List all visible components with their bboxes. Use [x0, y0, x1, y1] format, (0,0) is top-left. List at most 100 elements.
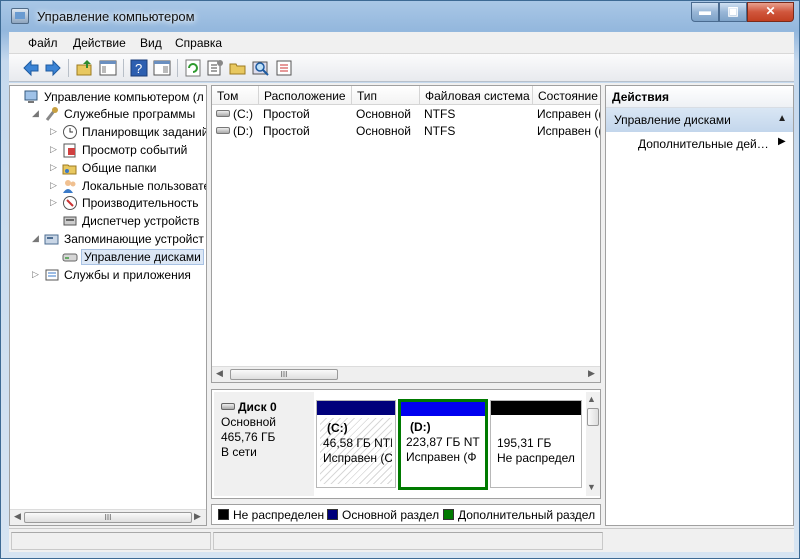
actions-section-disk-management[interactable]: Управление дисками ▲	[606, 108, 793, 132]
menu-help[interactable]: Справка	[175, 36, 222, 50]
partition-c[interactable]: (C:) 46,58 ГБ NTF Исправен (С	[316, 400, 396, 488]
tree-item-label: Локальные пользовате	[82, 179, 206, 193]
tree-item-local-users[interactable]: ▷ Локальные пользовате	[10, 177, 206, 195]
status-bar	[9, 528, 794, 552]
expand-arrow-icon[interactable]: ▷	[50, 197, 57, 208]
tree-item-storage[interactable]: ◢ Запоминающие устройст	[10, 230, 206, 248]
close-button[interactable]: ✕	[747, 2, 794, 22]
column-header-location[interactable]: Расположение	[259, 86, 352, 105]
legend-swatch	[327, 509, 338, 520]
computer-management-icon	[24, 89, 40, 105]
tree-item-device-manager[interactable]: Диспетчер устройств	[10, 212, 206, 230]
tree-item-label: Управление компьютером (л	[44, 90, 204, 104]
console-tree[interactable]: Управление компьютером (л ◢ Служебные пр…	[9, 85, 207, 526]
status-cell	[11, 532, 211, 550]
refresh-icon[interactable]	[183, 58, 203, 78]
tree-item-event-viewer[interactable]: ▷ Просмотр событий	[10, 141, 206, 159]
services-apps-icon	[44, 267, 60, 283]
expand-arrow-icon[interactable]: ▷	[50, 126, 57, 137]
search-disk-icon[interactable]	[251, 58, 271, 78]
column-header-filesystem[interactable]: Файловая система	[420, 86, 533, 105]
menu-bar: Файл Действие Вид Справка	[9, 32, 794, 54]
toolbar: ?	[9, 54, 794, 82]
scroll-thumb[interactable]	[587, 408, 599, 426]
tree-item-computer-management[interactable]: Управление компьютером (л	[10, 88, 206, 106]
properties-icon[interactable]	[205, 58, 225, 78]
menu-view[interactable]: Вид	[140, 36, 162, 50]
tree-horizontal-scrollbar[interactable]: ◀ III ▶	[10, 509, 206, 525]
svg-text:?: ?	[135, 61, 142, 76]
console-tree-icon[interactable]	[152, 58, 172, 78]
scroll-left-arrow-icon[interactable]: ◀	[14, 511, 21, 522]
drive-icon	[216, 127, 230, 134]
column-header-volume[interactable]: Том	[212, 86, 259, 105]
drive-icon	[216, 110, 230, 117]
scroll-thumb[interactable]: III	[230, 369, 338, 380]
submenu-arrow-icon[interactable]: ▶	[778, 136, 786, 147]
more-actions-link[interactable]: Дополнительные дей…	[638, 137, 769, 151]
disk-icon	[221, 403, 235, 410]
collapse-arrow-icon[interactable]: ◢	[32, 108, 39, 119]
help-icon[interactable]: ?	[129, 58, 149, 78]
partition-d[interactable]: (D:) 223,87 ГБ NT Исправен (Ф	[398, 399, 488, 490]
tree-item-label: Просмотр событий	[82, 143, 188, 157]
partition-unallocated-bar	[491, 401, 581, 415]
partition-unallocated[interactable]: 195,31 ГБ Не распредел	[490, 400, 582, 488]
cell-type: Основной	[356, 124, 412, 138]
minimize-button[interactable]: ▬	[691, 2, 719, 22]
expand-arrow-icon[interactable]: ▷	[50, 180, 57, 191]
scroll-thumb[interactable]: III	[24, 512, 192, 523]
cell-filesystem: NTFS	[424, 107, 456, 121]
local-users-icon	[62, 178, 78, 194]
tree-item-disk-management[interactable]: Управление дисками	[10, 248, 206, 266]
legend-label: Основной раздел	[342, 508, 440, 522]
expand-arrow-icon[interactable]: ▷	[50, 144, 57, 155]
disk-info-panel[interactable]: Диск 0 Основной 465,76 ГБ В сети	[214, 392, 314, 496]
shared-folders-icon	[62, 160, 78, 176]
open-folder-icon[interactable]	[228, 58, 248, 78]
forward-arrow-icon[interactable]	[43, 58, 63, 78]
partition-size: 223,87 ГБ NT	[406, 435, 480, 449]
disk-status: В сети	[221, 445, 257, 459]
scroll-up-arrow-icon[interactable]: ▲	[587, 394, 596, 404]
disk-map[interactable]: Диск 0 Основной 465,76 ГБ В сети (C:) 46…	[211, 389, 601, 499]
legend-item-primary: Основной раздел	[327, 508, 439, 522]
tree-item-label: Общие папки	[82, 161, 157, 175]
tree-item-services-apps[interactable]: ▷ Службы и приложения	[10, 266, 206, 284]
export-list-icon[interactable]	[274, 58, 294, 78]
main-window: Управление компьютером ▬ ▣ ✕ Файл Действ…	[0, 0, 800, 559]
collapse-up-icon[interactable]: ▲	[777, 113, 787, 124]
tree-item-label: Служебные программы	[64, 107, 196, 121]
tree-item-task-scheduler[interactable]: ▷ Планировщик заданий	[10, 123, 206, 141]
partition-size: 46,58 ГБ NTF	[323, 436, 392, 450]
up-folder-icon[interactable]	[75, 58, 95, 78]
scroll-down-arrow-icon[interactable]: ▼	[587, 482, 596, 492]
volume-list[interactable]: Том Расположение Тип Файловая система Со…	[211, 85, 601, 383]
scroll-left-arrow-icon[interactable]: ◀	[216, 368, 223, 379]
scroll-right-arrow-icon[interactable]: ▶	[194, 511, 201, 522]
column-header-status[interactable]: Состояние	[533, 86, 600, 105]
expand-arrow-icon[interactable]: ▷	[50, 162, 57, 173]
back-arrow-icon[interactable]	[21, 58, 41, 78]
partition-status: Исправен (Ф	[406, 450, 477, 464]
show-hide-tree-icon[interactable]	[98, 58, 118, 78]
title-bar[interactable]: Управление компьютером ▬ ▣ ✕	[1, 1, 800, 31]
event-viewer-icon	[62, 142, 78, 158]
collapse-arrow-icon[interactable]: ◢	[32, 233, 39, 244]
tree-item-shared-folders[interactable]: ▷ Общие папки	[10, 159, 206, 177]
scroll-right-arrow-icon[interactable]: ▶	[588, 368, 595, 379]
tree-item-system-tools[interactable]: ◢ Служебные программы	[10, 105, 206, 123]
tree-item-performance[interactable]: ▷ Производительность	[10, 194, 206, 212]
disk-map-vertical-scrollbar[interactable]: ▲ ▼	[586, 392, 600, 496]
cell-status: Исправен ((	[537, 124, 601, 138]
menu-file[interactable]: Файл	[28, 36, 58, 50]
volume-list-horizontal-scrollbar[interactable]: ◀ III ▶	[212, 366, 600, 382]
maximize-button[interactable]: ▣	[719, 2, 747, 22]
computer-management-app-icon[interactable]	[11, 8, 29, 24]
tree-item-label: Управление дисками	[81, 249, 204, 265]
tree-item-label: Производительность	[82, 196, 199, 210]
partition-logical-bar	[401, 402, 485, 416]
column-header-type[interactable]: Тип	[352, 86, 420, 105]
expand-arrow-icon[interactable]: ▷	[32, 269, 39, 280]
menu-action[interactable]: Действие	[73, 36, 126, 50]
